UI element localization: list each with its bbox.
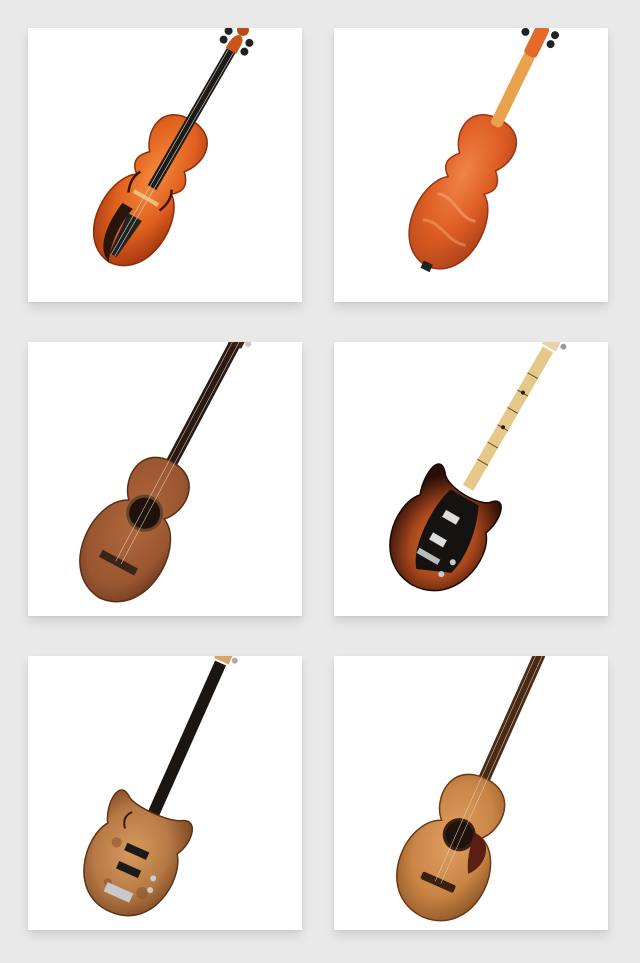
image-card-violin-front[interactable] [28, 28, 302, 302]
image-card-classical-guitar[interactable] [28, 342, 302, 616]
acoustic-guitar-image [396, 656, 554, 922]
page: { "gallery": { "items": [ {"subject": "v… [0, 0, 640, 963]
image-card-violin-back[interactable] [334, 28, 608, 302]
violin-back-image [408, 28, 559, 273]
image-card-bass-guitar-burl[interactable] [28, 656, 302, 930]
classical-guitar-image [79, 342, 252, 603]
image-card-acoustic-guitar[interactable] [334, 656, 608, 930]
image-card-electric-guitar-sunburst[interactable] [334, 342, 608, 616]
violin-front-image [92, 28, 254, 267]
electric-guitar-sunburst-image [389, 342, 570, 592]
bass-guitar-burl-image [83, 656, 245, 917]
